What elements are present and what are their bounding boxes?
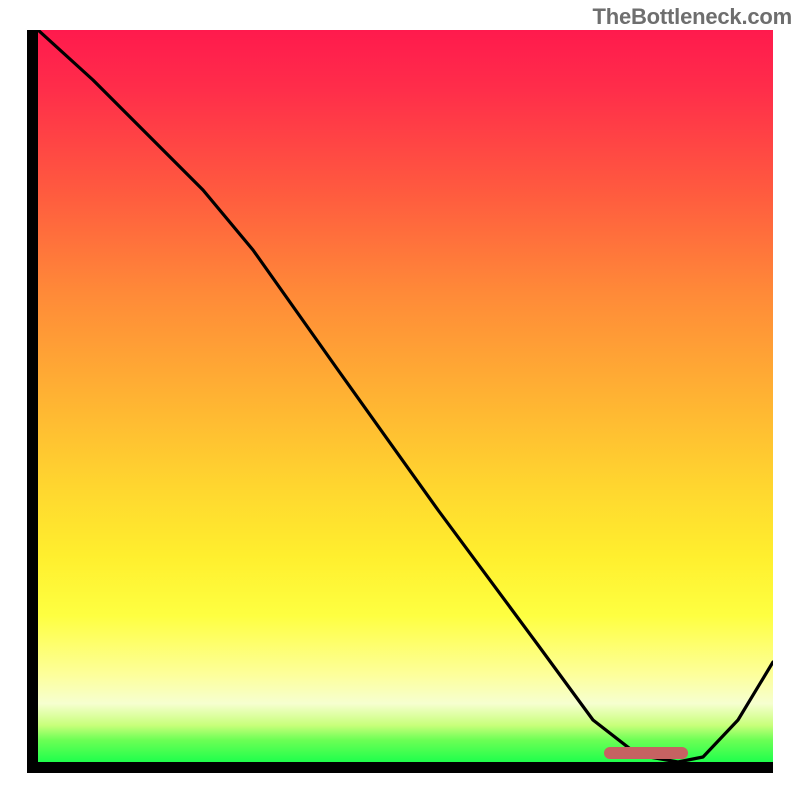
- chart-root: TheBottleneck.com: [0, 0, 800, 800]
- plot-area: [38, 30, 773, 762]
- watermark-text: TheBottleneck.com: [592, 4, 792, 30]
- x-axis: [27, 762, 773, 773]
- optimal-range-marker: [604, 747, 689, 759]
- bottleneck-curve: [38, 30, 773, 762]
- y-axis: [27, 30, 38, 770]
